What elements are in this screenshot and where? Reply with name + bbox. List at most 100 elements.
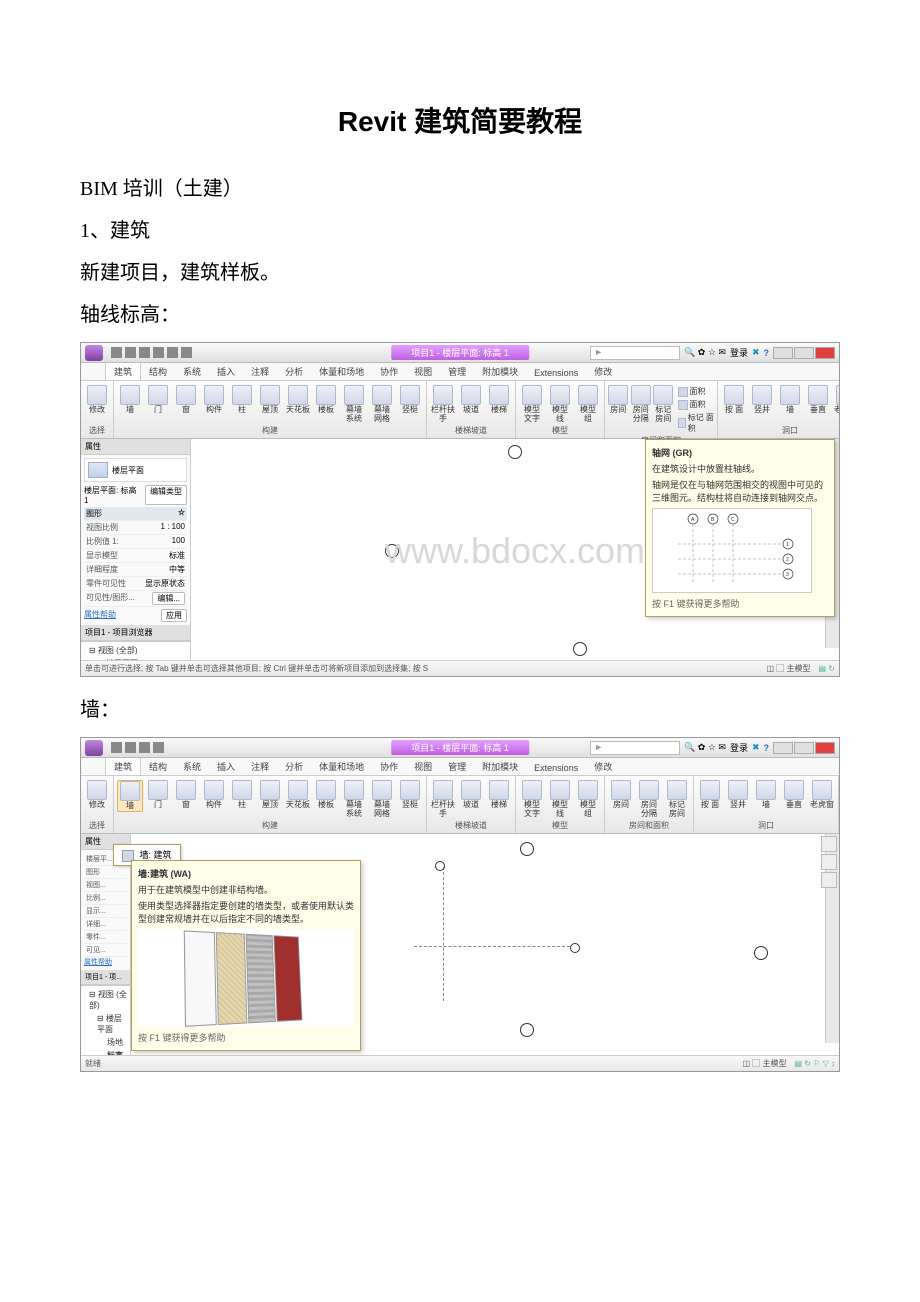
door-button[interactable]: 门 — [145, 385, 171, 415]
minimize-button-2[interactable] — [773, 742, 793, 754]
by-face-button[interactable]: 按 面 — [721, 385, 747, 415]
print-icon[interactable] — [153, 742, 164, 753]
selection-icons-2[interactable]: ▤ ↻ ⚐ ▽ ↕ — [795, 1059, 835, 1068]
tab-collab[interactable]: 协作 — [372, 363, 406, 380]
vertical-button[interactable]: 垂直 — [805, 385, 831, 415]
modify-button-2[interactable]: 修改 — [84, 780, 110, 810]
selection-icons[interactable]: ▤ ↻ — [819, 664, 835, 673]
wall-button-2[interactable]: 墙 — [117, 780, 143, 812]
room-button[interactable]: 房间 — [608, 385, 629, 415]
curtain-grid-button[interactable]: 幕墙 网格 — [369, 385, 395, 424]
grid-line-v[interactable] — [443, 867, 444, 1001]
undo-icon[interactable] — [125, 347, 136, 358]
grid-line-h[interactable] — [414, 946, 570, 947]
close-button-2[interactable] — [815, 742, 835, 754]
elevation-marker-north[interactable] — [508, 445, 522, 459]
tab-insert[interactable]: 插入 — [209, 363, 243, 380]
sign-in-link[interactable]: 登录 — [730, 346, 748, 359]
prop-row-scale[interactable]: 视图比例1 : 100 — [84, 521, 187, 535]
prop-row-vg[interactable]: 可见性/图形...编辑... — [84, 591, 187, 607]
prop-row-detail[interactable]: 详细程度中等 — [84, 563, 187, 577]
model-text-button[interactable]: 模型 文字 — [519, 385, 545, 424]
save-icon[interactable] — [111, 347, 122, 358]
ceiling-button[interactable]: 天花板 — [285, 385, 311, 415]
nav-wheel-icon[interactable] — [821, 836, 837, 852]
component-button[interactable]: 构件 — [201, 385, 227, 415]
print-icon[interactable] — [153, 347, 164, 358]
room-sep-button[interactable]: 房间 分隔 — [631, 385, 652, 424]
tab-architecture-2[interactable]: 建筑 — [105, 757, 141, 775]
tab-extensions[interactable]: Extensions — [526, 366, 586, 380]
dormer-button[interactable]: 老虎窗 — [833, 385, 840, 415]
tab-architecture[interactable]: 建筑 — [105, 362, 141, 380]
tab-addins[interactable]: 附加模块 — [474, 363, 526, 380]
search-input[interactable]: ► — [590, 346, 680, 360]
stair-button[interactable]: 楼梯 — [486, 385, 512, 415]
prop-row-display[interactable]: 显示模型标准 — [84, 549, 187, 563]
area-button[interactable]: 面积 — [678, 386, 714, 397]
close-button[interactable] — [815, 347, 835, 359]
shaft-button[interactable]: 竖井 — [749, 385, 775, 415]
tree-root[interactable]: ⊟ 视图 (全部) — [83, 644, 188, 657]
minimize-button[interactable] — [773, 347, 793, 359]
ramp-button[interactable]: 坡道 — [458, 385, 484, 415]
redo-icon[interactable] — [139, 347, 150, 358]
elevation-marker-south[interactable] — [573, 642, 587, 656]
area-boundary-button[interactable]: 面积 — [678, 399, 714, 410]
sign-in-link-2[interactable]: 登录 — [730, 741, 748, 754]
tab-view[interactable]: 视图 — [406, 363, 440, 380]
project-browser[interactable]: ⊟ 视图 (全部) ⊟ 楼层平面 场地 标高 1 标高 2 ⊞ 天花板平面 ⊞ … — [81, 641, 190, 662]
maximize-button[interactable] — [794, 347, 814, 359]
instance-selector[interactable]: 楼层平面: 标高 1 — [84, 485, 143, 505]
mullion-button[interactable]: 竖梃 — [397, 385, 423, 415]
elevation-marker-west[interactable] — [385, 544, 399, 558]
column-button[interactable]: 柱 — [229, 385, 255, 415]
info-center-icons[interactable]: 🔍 ✿ ☆ ✉ — [684, 347, 726, 358]
tag-room-button[interactable]: 标记 房间 — [653, 385, 674, 424]
prop-row-scalevalue[interactable]: 比例值 1:100 — [84, 535, 187, 549]
type-selector[interactable]: 楼层平面 — [84, 458, 187, 482]
dim-icon[interactable] — [181, 347, 192, 358]
nav-bar[interactable] — [821, 836, 837, 888]
elevation-marker-n2[interactable] — [520, 842, 534, 856]
undo-icon[interactable] — [125, 742, 136, 753]
model-line-button[interactable]: 模型 线 — [547, 385, 573, 424]
quick-access-toolbar-2[interactable] — [111, 742, 164, 753]
quick-access-toolbar[interactable] — [111, 347, 192, 358]
prop-row-parts[interactable]: 零件可见性显示原状态 — [84, 577, 187, 591]
grid-bubble-a[interactable] — [435, 861, 445, 871]
app-menu-button[interactable] — [85, 345, 103, 361]
tab-structure[interactable]: 结构 — [141, 363, 175, 380]
tab-massing[interactable]: 体量和场地 — [311, 363, 372, 380]
exchange-icon-2[interactable]: ✖ — [752, 742, 760, 753]
help-icon-2[interactable]: ? — [764, 743, 770, 753]
railing-button[interactable]: 栏杆扶手 — [430, 385, 456, 424]
nav-zoom-icon[interactable] — [821, 872, 837, 888]
filter-dropdown-2[interactable]: ◫ ▢ 主模型 — [743, 1058, 787, 1069]
maximize-button-2[interactable] — [794, 742, 814, 754]
window-button[interactable]: 窗 — [173, 385, 199, 415]
search-input-2[interactable]: ► — [590, 741, 680, 755]
help-icon[interactable]: ? — [764, 348, 770, 358]
wall-button[interactable]: 墙 — [117, 385, 143, 415]
filter-dropdown[interactable]: ◫ ▢ 主模型 — [767, 663, 811, 674]
tag-area-button[interactable]: 标记 面积 — [678, 412, 714, 434]
curtain-system-button[interactable]: 幕墙 系统 — [341, 385, 367, 424]
redo-icon[interactable] — [139, 742, 150, 753]
wall-opening-button[interactable]: 墙 — [777, 385, 803, 415]
save-icon[interactable] — [111, 742, 122, 753]
properties-help-link[interactable]: 属性帮助 — [84, 609, 116, 622]
app-menu-button-2[interactable] — [85, 740, 103, 756]
nav-pan-icon[interactable] — [821, 854, 837, 870]
info-center-icons-2[interactable]: 🔍 ✿ ☆ ✉ — [684, 742, 726, 753]
floor-button[interactable]: 楼板 — [313, 385, 339, 415]
tab-annotate[interactable]: 注释 — [243, 363, 277, 380]
model-group-button[interactable]: 模型 组 — [575, 385, 601, 424]
tab-analyze[interactable]: 分析 — [277, 363, 311, 380]
tab-manage[interactable]: 管理 — [440, 363, 474, 380]
grid-bubble-1[interactable] — [570, 943, 580, 953]
exchange-icon[interactable]: ✖ — [752, 347, 760, 358]
elevation-marker-e2[interactable] — [754, 946, 768, 960]
tab-systems[interactable]: 系统 — [175, 363, 209, 380]
elevation-marker-s2[interactable] — [520, 1023, 534, 1037]
